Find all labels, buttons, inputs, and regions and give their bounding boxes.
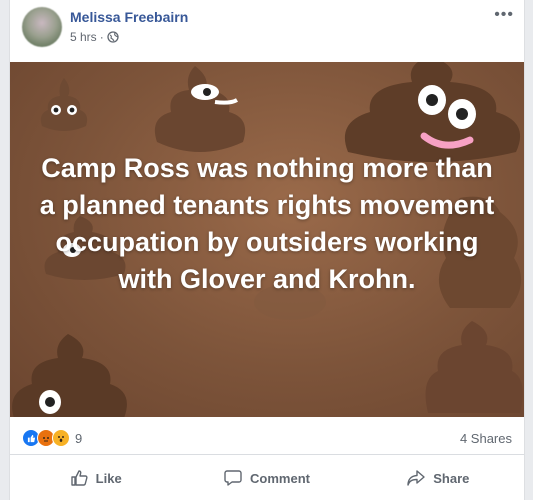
comment-label: Comment: [250, 470, 310, 486]
share-label: Share: [433, 470, 470, 486]
like-label: Like: [95, 470, 122, 486]
reactions-summary[interactable]: 9: [22, 429, 82, 447]
author-name[interactable]: Melissa Freebairn: [70, 9, 188, 25]
like-button[interactable]: Like: [10, 456, 181, 500]
timestamp[interactable]: 5 hrs: [70, 30, 97, 44]
reaction-count[interactable]: 9: [75, 431, 82, 446]
share-button[interactable]: Share: [353, 456, 524, 500]
share-arrow-icon: [407, 470, 425, 486]
globe-icon: [107, 31, 119, 43]
post-card: Melissa Freebairn 5 hrs · ••• Camp Ross …: [9, 0, 525, 500]
thumbs-up-icon: [70, 470, 88, 486]
comment-icon: [224, 470, 242, 486]
more-options-icon[interactable]: •••: [494, 6, 514, 24]
poop-emoji-icon: [425, 321, 523, 413]
avatar[interactable]: [22, 7, 62, 47]
poop-emoji-icon: [154, 66, 246, 152]
poop-emoji-icon: [12, 334, 127, 417]
wow-reaction-icon: [52, 429, 70, 447]
poop-emoji-icon: [344, 62, 520, 162]
post-meta: 5 hrs ·: [70, 30, 119, 44]
separator: ·: [99, 30, 104, 44]
comment-button[interactable]: Comment: [181, 456, 352, 500]
post-actions: Like Comment Share: [10, 456, 524, 500]
poop-emoji-icon: [40, 78, 88, 131]
image-caption: Camp Ross was nothing more than a planne…: [39, 153, 495, 294]
post-header: Melissa Freebairn 5 hrs · •••: [10, 0, 524, 62]
post-image[interactable]: Camp Ross was nothing more than a planne…: [10, 62, 524, 417]
post-stats: 9 4 Shares: [10, 420, 524, 455]
share-count[interactable]: 4 Shares: [460, 431, 512, 446]
